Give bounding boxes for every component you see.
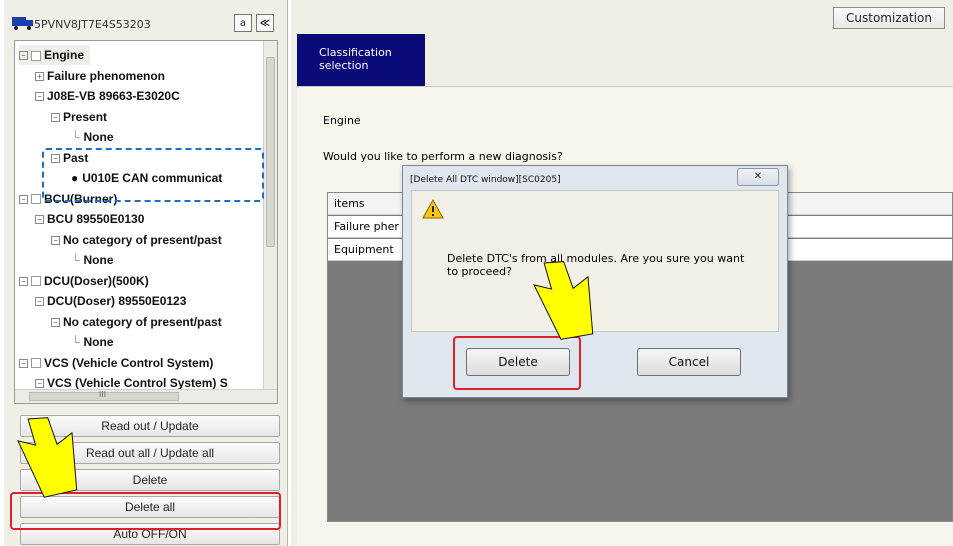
tree-row-label: None [83,130,114,144]
tree-row[interactable]: └ None [71,127,114,147]
module-checkbox[interactable] [31,276,41,287]
tree-branch-icon: └ [71,253,80,267]
tree-row-label: DCU(Doser) 89550E0123 [47,294,187,308]
tree-row[interactable]: − DCU(Doser)(500K) [19,271,149,291]
tree-row-label: BCU 89550E0130 [47,212,145,226]
tree-row[interactable]: └ None [71,332,114,352]
tree-row[interactable]: − No category of present/past [51,312,222,332]
tree-vertical-scroll-thumb[interactable] [266,57,275,247]
tree-row[interactable]: └ None [71,250,114,270]
tree-row-label: None [83,335,114,349]
tree-row[interactable]: − No category of present/past [51,230,222,250]
module-tree[interactable]: − Engine + Failure phenomenon − J08E-VB 89663… [14,40,278,404]
tree-row-label: Engine [44,48,85,62]
tree-row[interactable]: + Failure phenomenon [35,66,165,86]
tree-row-label: J08E-VB 89663-E3020C [47,89,180,103]
tree-row[interactable]: − Engine [19,45,91,65]
module-checkbox[interactable] [31,194,41,205]
tree-row[interactable]: − VCS (Vehicle Control System) [19,353,213,373]
tree-vertical-scrollbar[interactable] [263,41,277,391]
scroll-grip-label: III [99,390,107,399]
tree-row[interactable]: − BCU 89550E0130 [35,209,144,229]
collapse-icon[interactable]: − [35,297,44,307]
collapse-icon[interactable]: − [19,51,28,61]
collapse-icon[interactable]: − [35,379,44,389]
module-checkbox[interactable] [31,50,41,61]
dialog-cancel-button[interactable]: Cancel [637,348,741,376]
tree-branch-icon: └ [71,335,80,349]
arrow-to-dialog-delete-icon [533,261,594,340]
customization-button[interactable]: Customization [833,7,945,29]
tree-row-label: None [83,253,114,267]
vehicle-bar: 5PVNV8JT7E4S53203 a ≪ [8,6,280,40]
dialog-close-button[interactable]: ✕ [737,168,779,186]
vin-label: 5PVNV8JT7E4S53203 [34,18,151,31]
collapse-button[interactable]: ≪ [256,14,274,32]
tree-row-label: VCS (Vehicle Control System) S [47,376,228,390]
collapse-icon[interactable]: − [51,112,60,122]
tree-branch-icon: └ [71,130,80,144]
tree-row-label: Failure phenomenon [47,68,166,83]
collapse-icon[interactable]: − [35,215,44,225]
tree-row[interactable]: − Present [51,107,107,127]
collapse-icon[interactable]: − [19,276,28,286]
tree-row[interactable]: − DCU(Doser) 89550E0123 [35,291,186,311]
collapse-icon[interactable]: − [51,317,60,327]
collapse-icon[interactable]: − [35,92,44,102]
tree-row-label: Present [63,109,108,124]
warning-icon [422,199,444,219]
dialog-title: [Delete All DTC window][SC0205] [410,175,561,185]
tree-row-label: VCS (Vehicle Control System) [44,355,214,370]
tree-row-label: DCU(Doser)(500K) [44,273,149,288]
a-button[interactable]: a [234,14,252,32]
collapse-icon[interactable]: − [51,235,60,245]
past-dtc-highlight [42,148,264,202]
module-checkbox[interactable] [31,358,41,369]
classification-selection-tab[interactable]: Classification selection [297,34,425,86]
truck-icon [12,17,33,30]
tree-row-label: No category of present/past [63,314,222,329]
tree-horizontal-scrollbar[interactable]: III [15,389,277,403]
collapse-icon[interactable]: − [19,194,28,204]
tree-row-label: No category of present/past [63,232,222,247]
collapse-icon[interactable]: − [19,358,28,368]
arrow-to-delete-all-icon [17,417,78,498]
engine-label: Engine [323,114,361,127]
new-diagnosis-question: Would you like to perform a new diagnosi… [323,150,563,163]
tree-row[interactable]: − J08E-VB 89663-E3020C [35,86,180,106]
expand-icon[interactable]: + [35,71,44,81]
